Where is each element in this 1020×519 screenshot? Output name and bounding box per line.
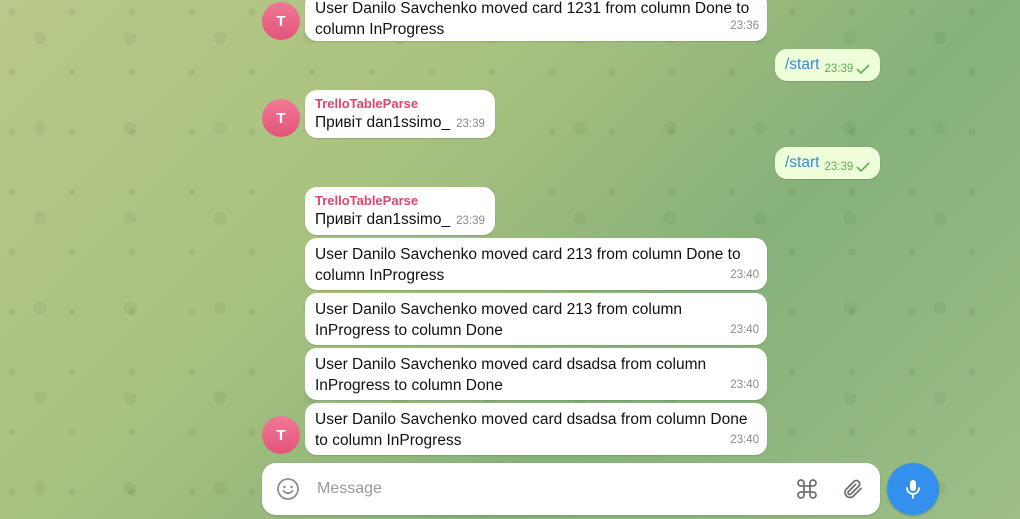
message-time: 23:39 (824, 161, 854, 173)
incoming-message[interactable]: User Danilo Savchenko moved card 1231 fr… (305, 0, 767, 41)
outgoing-message[interactable]: /start 23:39 (775, 49, 881, 81)
incoming-message[interactable]: User Danilo Savchenko moved card 213 fro… (305, 238, 767, 290)
read-check-icon (856, 162, 870, 172)
message-time: 23:40 (730, 324, 759, 336)
incoming-message[interactable]: User Danilo Savchenko moved card dsadsa … (305, 348, 767, 400)
avatar-letter: T (276, 12, 286, 30)
sender-name[interactable]: TrelloTableParse (315, 193, 485, 209)
incoming-message[interactable]: TrelloTableParse Привіт dan1ssimo_ 23:39 (305, 90, 495, 138)
message-time: 23:40 (730, 434, 759, 446)
message-text: User Danilo Savchenko moved card dsadsa … (315, 356, 707, 394)
message-text: User Danilo Savchenko moved card 1231 fr… (315, 0, 750, 38)
avatar-letter: T (276, 426, 286, 444)
read-check-icon (856, 64, 870, 74)
message-time: 23:40 (730, 379, 759, 391)
bot-avatar[interactable]: T (262, 99, 300, 137)
message-input[interactable] (315, 473, 792, 505)
message-text: /start (785, 154, 820, 171)
message-text: /start (785, 56, 820, 73)
incoming-message[interactable]: TrelloTableParse Привіт dan1ssimo_ 23:39 (305, 187, 495, 235)
paperclip-icon[interactable] (838, 474, 868, 504)
message-text: Привіт dan1ssimo_ (315, 114, 451, 131)
message-time: 23:39 (456, 118, 485, 130)
command-icon[interactable] (792, 474, 822, 504)
message-text: User Danilo Savchenko moved card 213 fro… (315, 246, 741, 284)
message-text: User Danilo Savchenko moved card dsadsa … (315, 411, 748, 449)
sender-name[interactable]: TrelloTableParse (315, 96, 485, 112)
incoming-message[interactable]: User Danilo Savchenko moved card 213 fro… (305, 293, 767, 345)
message-list[interactable]: T User Danilo Savchenko moved card 1231 … (0, 0, 1020, 519)
message-time: 23:40 (730, 269, 759, 281)
avatar-letter: T (276, 109, 286, 127)
outgoing-message[interactable]: /start 23:39 (775, 147, 881, 179)
message-composer (262, 463, 880, 515)
voice-record-button[interactable] (887, 463, 939, 515)
smiley-icon[interactable] (275, 476, 301, 502)
bot-avatar[interactable]: T (262, 416, 300, 454)
microphone-icon (901, 477, 925, 501)
message-text: User Danilo Savchenko moved card 213 fro… (315, 301, 683, 339)
bot-avatar[interactable]: T (262, 2, 300, 40)
message-text: Привіт dan1ssimo_ (315, 211, 451, 228)
incoming-message[interactable]: User Danilo Savchenko moved card dsadsa … (305, 403, 767, 455)
message-time: 23:39 (824, 63, 854, 75)
message-time: 23:36 (730, 20, 759, 32)
message-time: 23:39 (456, 215, 485, 227)
